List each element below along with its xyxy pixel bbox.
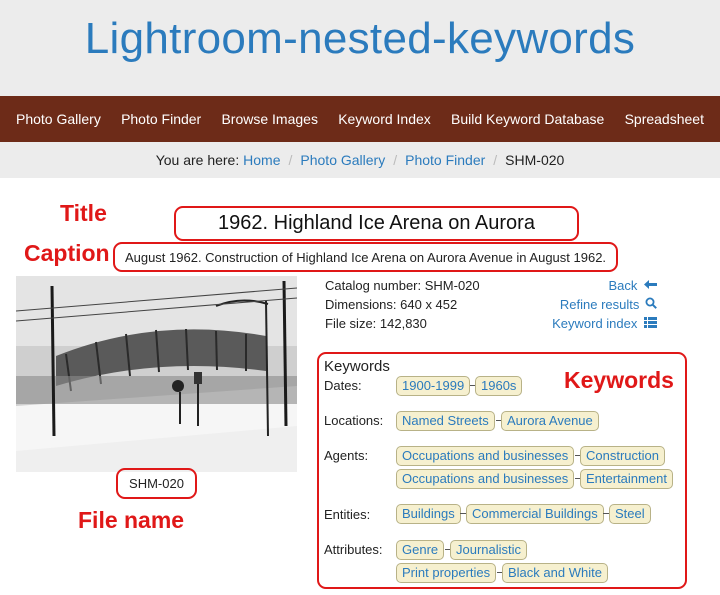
annotation-file-name-label: File name [78,507,185,533]
nav-spreadsheet[interactable]: Spreadsheet [625,111,704,127]
nav-photo-finder[interactable]: Photo Finder [121,111,201,127]
actions-block: Back Refine results Keyword index [520,276,657,333]
nav-browse-images[interactable]: Browse Images [221,111,317,127]
breadcrumb-photo-gallery[interactable]: Photo Gallery [300,152,385,168]
keyword-tag[interactable]: Print properties [396,563,497,583]
keyword-tag[interactable]: Steel [609,504,651,524]
breadcrumb: You are here: Home / Photo Gallery / Pho… [0,142,720,178]
catalog-number: Catalog number: SHM-020 [325,278,480,293]
annotation-caption-label: Caption [24,240,110,266]
back-link[interactable]: Back [520,276,657,295]
keyword-label-dates: Dates: [324,378,362,393]
annotation-title-label: Title [60,200,107,226]
photo-caption: August 1962. Construction of Highland Ic… [113,242,618,272]
breadcrumb-current: SHM-020 [505,152,565,168]
keyword-index-label: Keyword index [552,316,638,331]
keyword-tag[interactable]: 1900-1999 [396,376,471,396]
breadcrumb-separator: / [288,152,293,168]
keyword-tag[interactable]: Occupations and businesses [396,446,575,466]
keyword-tag[interactable]: Buildings [396,504,461,524]
nav-keyword-index[interactable]: Keyword Index [338,111,431,127]
keyword-tag[interactable]: Named Streets [396,411,495,431]
keyword-tag[interactable]: Genre [396,540,445,560]
refine-label: Refine results [559,297,640,312]
breadcrumb-prefix: You are here: [155,152,240,168]
photo-illustration [16,276,297,472]
breadcrumb-photo-finder[interactable]: Photo Finder [405,152,485,168]
nav-photo-gallery[interactable]: Photo Gallery [16,111,101,127]
keyword-tag[interactable]: Aurora Avenue [501,411,599,431]
keyword-label-locations: Locations: [324,413,384,428]
keyword-tag[interactable]: Commercial Buildings [466,504,604,524]
keywords-heading: Keywords [324,358,390,375]
metadata-block: Catalog number: SHM-020 Dimensions: 640 … [325,276,480,333]
file-name: SHM-020 [116,468,197,499]
photo-image[interactable] [16,276,297,472]
keyword-tag[interactable]: Entertainment [580,469,673,489]
photo-title: 1962. Highland Ice Arena on Aurora [174,206,579,241]
list-icon [644,314,657,333]
refine-results-link[interactable]: Refine results [520,295,657,314]
dimensions: Dimensions: 640 x 452 [325,297,458,312]
keyword-index-link[interactable]: Keyword index [520,314,657,333]
breadcrumb-separator: / [493,152,498,168]
file-size: File size: 142,830 [325,316,427,331]
breadcrumb-home[interactable]: Home [243,152,280,168]
keyword-label-agents: Agents: [324,448,369,463]
breadcrumb-separator: / [393,152,398,168]
arrow-left-icon [644,276,657,295]
keyword-tag[interactable]: Construction [580,446,665,466]
main-nav: Photo Gallery Photo Finder Browse Images… [0,96,720,142]
keyword-tag[interactable]: 1960s [475,376,523,396]
keyword-tag[interactable]: Black and White [502,563,608,583]
keyword-tag[interactable]: Journalistic [450,540,528,560]
nav-build-keyword-database[interactable]: Build Keyword Database [451,111,604,127]
keyword-label-entities: Entities: [324,507,371,522]
back-label: Back [608,278,638,293]
keyword-tag[interactable]: Occupations and businesses [396,469,575,489]
site-title[interactable]: Lightroom-nested-keywords [0,14,720,64]
search-icon [645,295,657,314]
keyword-label-attributes: Attributes: [324,542,383,557]
